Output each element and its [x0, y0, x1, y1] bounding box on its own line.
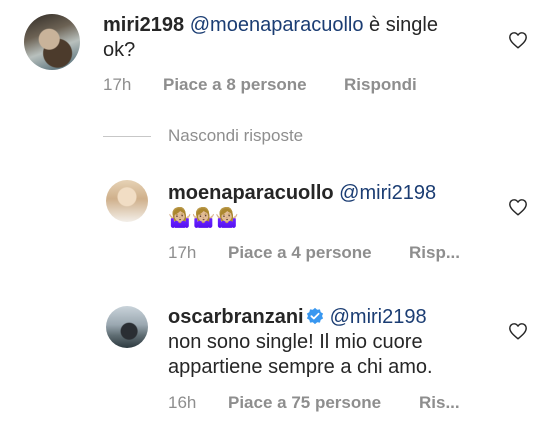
reply-body: 🤷🏼‍♀️🤷🏼‍♀️🤷🏼‍♀️	[168, 208, 239, 229]
reply-body: non sono single! Il mio cuore	[168, 331, 423, 353]
timestamp: 16h	[168, 393, 197, 412]
username[interactable]: miri2198	[103, 14, 184, 36]
reply-button[interactable]: Ris...	[419, 393, 460, 413]
reply-meta: 17h Piace a 4 persone Risp...	[168, 243, 468, 265]
reply-button[interactable]: Rispondi	[344, 75, 417, 95]
comment-body-line2: ok?	[103, 39, 136, 61]
verified-badge-icon	[306, 307, 323, 325]
hide-replies-toggle[interactable]: Nascondi risposte	[103, 126, 403, 148]
username[interactable]: oscarbranzani	[168, 306, 304, 328]
username[interactable]: moenaparacuollo	[168, 182, 334, 204]
mention-link[interactable]: @moenaparacuollo	[190, 14, 364, 36]
reply-text: oscarbranzani @miri2198 non sono single!…	[168, 305, 433, 380]
likes-link[interactable]: Piace a 75 persone	[228, 393, 381, 413]
divider	[103, 136, 151, 137]
hide-replies-label: Nascondi risposte	[168, 126, 304, 145]
avatar[interactable]	[106, 180, 148, 222]
timestamp: 17h	[168, 243, 197, 262]
mention-link[interactable]: @miri2198	[339, 182, 436, 204]
reply-body-line2: appartiene sempre a chi amo.	[168, 356, 433, 378]
avatar[interactable]	[106, 306, 148, 348]
likes-link[interactable]: Piace a 8 persone	[163, 75, 307, 95]
reply-text: moenaparacuollo @miri2198 🤷🏼‍♀️🤷🏼‍♀️🤷🏼‍♀…	[168, 181, 436, 231]
reply-meta: 16h Piace a 75 persone Ris...	[168, 393, 468, 415]
comment-meta: 17h Piace a 8 persone Rispondi	[103, 75, 423, 97]
likes-link[interactable]: Piace a 4 persone	[228, 243, 372, 263]
avatar[interactable]	[24, 14, 80, 70]
timestamp: 17h	[103, 75, 132, 94]
mention-link[interactable]: @miri2198	[330, 306, 427, 328]
heart-outline-icon[interactable]	[508, 322, 528, 340]
comment-body: è single	[363, 14, 438, 36]
heart-outline-icon[interactable]	[508, 31, 528, 49]
heart-outline-icon[interactable]	[508, 198, 528, 216]
reply-button[interactable]: Risp...	[409, 243, 460, 263]
comment-text: miri2198 @moenaparacuollo è single ok?	[103, 13, 438, 63]
